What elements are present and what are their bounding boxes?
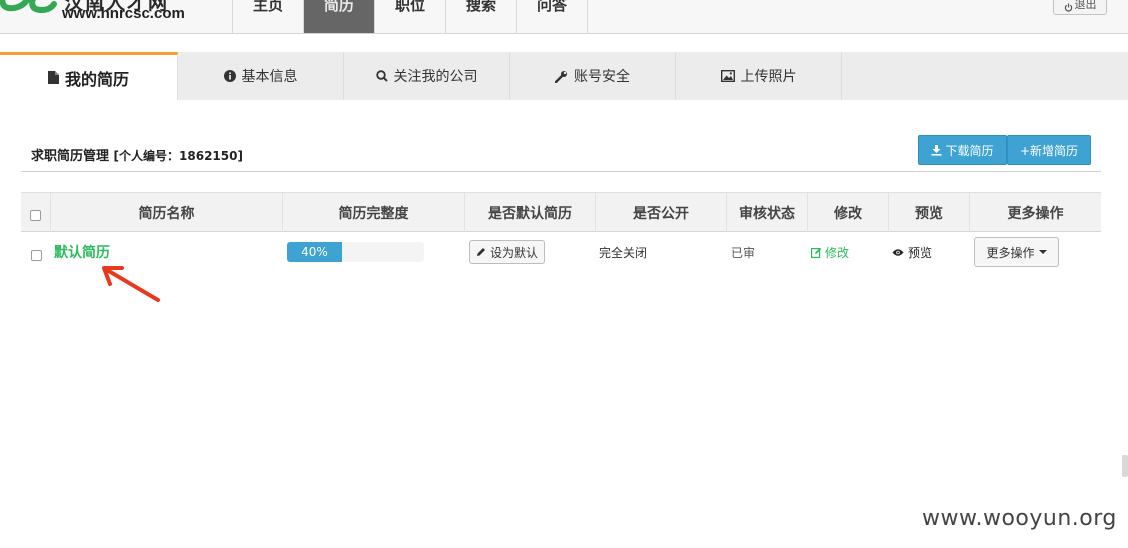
col-header-status: 审核状态 (727, 193, 808, 232)
power-icon (1064, 3, 1072, 12)
picture-icon (720, 70, 735, 82)
table-row: 默认简历 40% 设为默认 完全关闭 已审 修改 预览 更多操作 (21, 232, 1101, 272)
tab-my-resume[interactable]: 我的简历 (0, 52, 178, 100)
preview-resume-link[interactable]: 预览 (892, 244, 932, 261)
more-actions-dropdown[interactable]: 更多操作 (974, 237, 1059, 267)
top-header: 汉南人才网 www.hnrcsc.com 主页 简历 职位 搜索 问答 退出 (0, 0, 1128, 34)
nav-search[interactable]: 搜索 (446, 0, 517, 33)
download-resume-button[interactable]: 下载简历 (918, 135, 1007, 165)
resume-table-header: 简历名称 简历完整度 是否默认简历 是否公开 审核状态 修改 预览 更多操作 (21, 192, 1101, 232)
search-icon (375, 70, 388, 82)
file-icon (47, 71, 59, 84)
col-header-edit: 修改 (808, 193, 889, 232)
set-default-button[interactable]: 设为默认 (469, 240, 545, 264)
personal-id: [个人编号：1862150] (113, 149, 243, 163)
wrench-icon (555, 70, 567, 83)
watermark: www.wooyun.org (922, 506, 1117, 531)
caret-down-icon (1038, 250, 1047, 254)
tab-strip: 我的简历 基本信息 关注我的公司 账号安全 上传照片 (0, 52, 1128, 100)
edit-icon (811, 247, 822, 258)
tab-basic-info[interactable]: 基本信息 (178, 52, 344, 100)
nav-qa[interactable]: 问答 (517, 0, 588, 33)
main-nav: 主页 简历 职位 搜索 问答 (232, 0, 588, 33)
col-header-completeness: 简历完整度 (283, 193, 465, 232)
info-icon (223, 70, 236, 82)
scrollbar-handle[interactable] (1122, 455, 1128, 477)
section-title: 求职简历管理 [个人编号：1862150] (31, 149, 243, 164)
col-header-default: 是否默认简历 (465, 193, 596, 232)
review-status-value: 已审 (731, 245, 756, 260)
nav-home[interactable]: 主页 (233, 0, 304, 33)
annotation-arrow-icon (102, 266, 160, 302)
tab-account-security[interactable]: 账号安全 (510, 52, 676, 100)
progress-fill: 40% (287, 242, 342, 262)
col-header-visibility: 是否公开 (596, 193, 727, 232)
logout-button[interactable]: 退出 (1053, 0, 1107, 15)
select-all-checkbox[interactable] (30, 210, 41, 221)
select-all-cell (21, 193, 51, 232)
col-header-preview: 预览 (889, 193, 970, 232)
tab-following-companies[interactable]: 关注我的公司 (344, 52, 510, 100)
logo-url[interactable]: www.hnrcsc.com (62, 5, 185, 22)
nav-resume[interactable]: 简历 (304, 0, 375, 33)
site-logo-icon (0, 0, 57, 14)
tab-upload-photo[interactable]: 上传照片 (676, 52, 842, 100)
section-divider (21, 171, 1101, 172)
visibility-value: 完全关闭 (599, 245, 648, 260)
resume-name-link[interactable]: 默认简历 (54, 242, 110, 262)
pencil-icon (476, 248, 485, 256)
col-header-name: 简历名称 (51, 193, 283, 232)
edit-resume-link[interactable]: 修改 (811, 244, 849, 261)
add-resume-button[interactable]: +新增简历 (1007, 135, 1091, 165)
row-checkbox[interactable] (30, 249, 42, 261)
col-header-more: 更多操作 (1007, 205, 1064, 222)
download-icon (931, 144, 942, 156)
completeness-progress-bar: 40% (287, 242, 424, 262)
eye-icon (892, 248, 904, 256)
nav-jobs[interactable]: 职位 (375, 0, 446, 33)
